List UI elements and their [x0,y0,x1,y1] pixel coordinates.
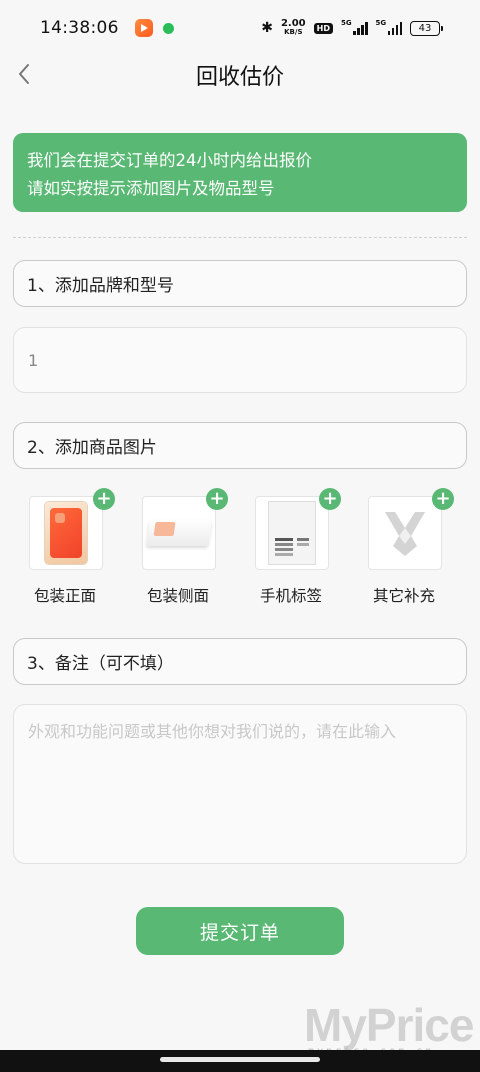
status-indicators: ✱ 2.00 KB/S HD 5G 5G 43 [261,19,443,37]
notice-line-2: 请如实按提示添加图片及物品型号 [27,179,275,198]
status-time: 14:38:06 [40,18,119,38]
add-photo-icon[interactable]: + [319,488,341,510]
phone-label-thumbnail[interactable] [255,496,329,570]
watermark-brand: MyPrice [304,999,474,1051]
photo-slot-label: 包装侧面 [146,587,209,605]
page-title: 回收估价 [195,65,284,90]
add-photo-icon[interactable]: + [93,488,115,510]
hd-voice-icon: HD [313,22,333,34]
status-bar: 14:38:06 ✱ 2.00 KB/S HD 5G 5G 43 [0,0,480,56]
add-photo-icon[interactable]: + [206,488,228,510]
signal-1-label: 5G [341,19,352,27]
photo-slot-label: 其它补充 [372,587,435,605]
signal-2-label: 5G [375,19,387,27]
network-speed-unit: KB/S [284,28,303,36]
brand-model-section-header: 1、添加品牌和型号 [13,260,467,307]
remarks-placeholder: 外观和功能问题或其他你想对我们说的，请在此输入 [28,722,397,741]
video-app-icon [134,19,153,37]
bluetooth-icon: ✱ [261,20,273,36]
other-thumbnail[interactable] [368,496,442,570]
signal-icon-2: 5G [375,19,402,35]
package-front-thumbnail[interactable] [29,496,103,570]
package-side-thumbnail[interactable] [142,496,216,570]
signal-icon-1: 5G [341,19,368,35]
notice-line-1: 我们会在提交订单的24小时内给出报价 [27,151,312,170]
battery-icon: 43 [410,20,443,36]
product-photos-section-header: 2、添加商品图片 [13,422,467,469]
submit-order-button[interactable]: 提交订单 [136,907,344,955]
home-indicator[interactable] [160,1057,320,1062]
photo-upload-grid: + 包装正面 + 包装侧面 + 手机标签 + 其它补充 [0,488,480,608]
brand-model-input[interactable]: 1 [13,327,467,393]
wechat-notification-icon [162,22,174,34]
brand-logo-icon [385,512,425,556]
brand-model-label: 1、添加品牌和型号 [27,276,174,296]
remarks-textarea[interactable]: 外观和功能问题或其他你想对我们说的，请在此输入 [13,704,467,864]
add-photo-icon[interactable]: + [432,488,454,510]
network-speed-value: 2.00 [280,18,306,29]
remarks-section-header: 3、备注（可不填） [13,638,467,685]
photo-slot-label: 包装正面 [33,587,96,605]
product-photos-label: 2、添加商品图片 [27,438,157,458]
dashed-divider [13,237,467,238]
remarks-label: 3、备注（可不填） [27,654,174,674]
brand-model-input-value: 1 [28,350,39,370]
notice-banner: 我们会在提交订单的24小时内给出报价 请如实按提示添加图片及物品型号 [13,133,467,212]
network-speed: 2.00 KB/S [281,19,306,37]
app-header: 回收估价 [0,56,480,92]
photo-slot-label: 手机标签 [259,587,322,605]
